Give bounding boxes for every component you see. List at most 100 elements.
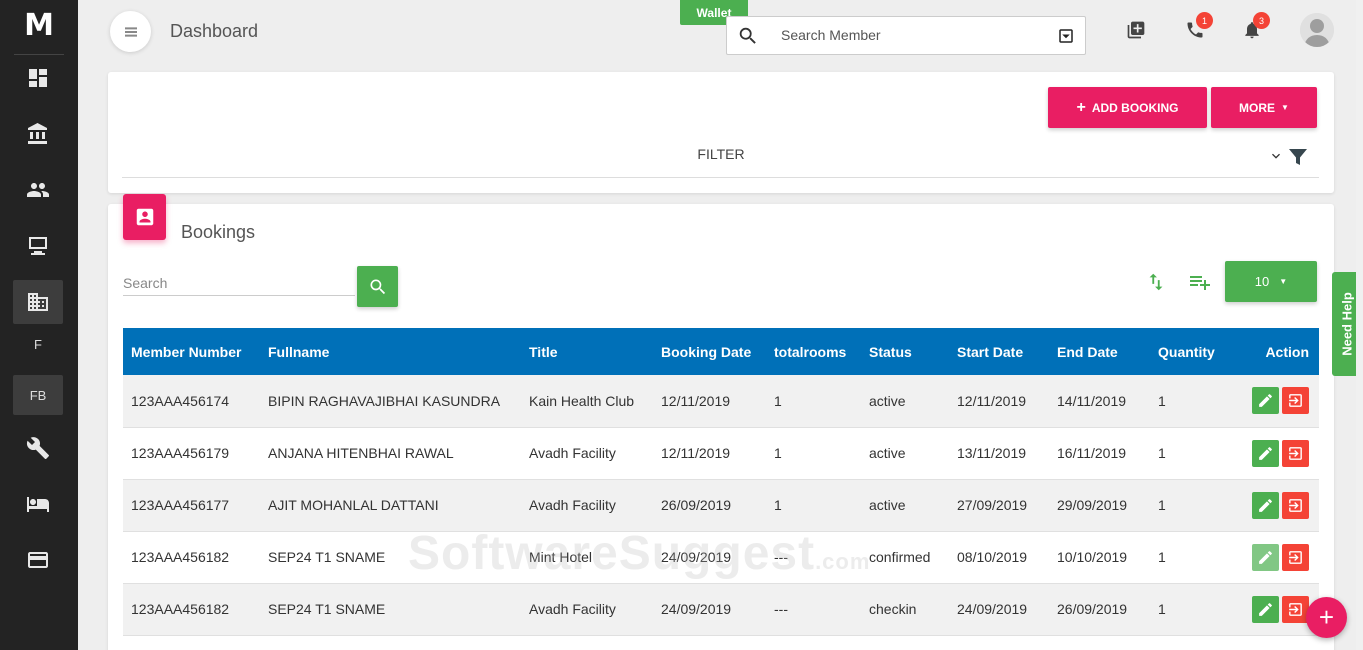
table-row: 123AAA456174 BIPIN RAGHAVAJIBHAI KASUNDRA… bbox=[123, 375, 1319, 427]
list-icon bbox=[124, 26, 137, 37]
table-cell: ANJANA HITENBHAI RAWAL bbox=[268, 445, 454, 461]
table-cell: 1 bbox=[1158, 497, 1166, 513]
bookings-search-button[interactable] bbox=[357, 266, 398, 307]
floating-add-button[interactable]: + bbox=[1306, 597, 1347, 638]
exit-icon bbox=[1289, 498, 1302, 512]
column-header[interactable]: Fullname bbox=[260, 328, 521, 375]
page-title: Dashboard bbox=[170, 21, 259, 41]
column-header[interactable]: Status bbox=[861, 328, 949, 375]
user-avatar[interactable] bbox=[1300, 13, 1334, 47]
action-cell bbox=[1230, 583, 1319, 635]
checkout-button[interactable] bbox=[1282, 595, 1309, 623]
add-booking-button[interactable]: + ADD BOOKING bbox=[1048, 87, 1207, 128]
page-size-select[interactable]: 10 ▼ bbox=[1225, 261, 1317, 302]
filter-icon[interactable] bbox=[1286, 145, 1310, 169]
table-cell: 1 bbox=[774, 392, 782, 409]
edit-button[interactable] bbox=[1252, 543, 1279, 571]
sidebar-item-bank[interactable] bbox=[13, 112, 63, 156]
page-size-value: 10 bbox=[1254, 274, 1270, 289]
table-cell: Avadh Facility bbox=[529, 445, 616, 461]
sidebar-item-payments[interactable] bbox=[13, 538, 63, 582]
table-cell: 1 bbox=[774, 497, 782, 513]
more-button[interactable]: MORE ▼ bbox=[1211, 87, 1317, 128]
bookings-title: Bookings bbox=[181, 222, 256, 242]
column-header[interactable]: Start Date bbox=[949, 328, 1049, 375]
edit-button[interactable] bbox=[1252, 491, 1279, 519]
column-header[interactable]: End Date bbox=[1049, 328, 1150, 375]
table-cell: active bbox=[869, 445, 906, 461]
table-cell: 123AAA456177 bbox=[131, 497, 230, 513]
action-cell bbox=[1230, 427, 1319, 479]
sidebar: M F FB bbox=[0, 0, 78, 650]
exit-icon bbox=[1289, 550, 1302, 564]
edit-button[interactable] bbox=[1252, 595, 1279, 623]
sidebar-item-tools[interactable] bbox=[13, 426, 63, 470]
table-cell: 24/09/2019 bbox=[957, 601, 1028, 617]
sidebar-item-facilities[interactable] bbox=[13, 280, 63, 324]
table-cell: 12/11/2019 bbox=[661, 445, 731, 461]
edit-button[interactable] bbox=[1252, 439, 1279, 467]
add-booking-label: ADD BOOKING bbox=[1091, 100, 1179, 115]
checkout-button[interactable] bbox=[1282, 387, 1309, 415]
sidebar-item-label: F bbox=[34, 336, 42, 352]
column-header[interactable]: totalrooms bbox=[766, 328, 861, 375]
column-header[interactable]: Member Number bbox=[123, 328, 260, 375]
wrench-icon bbox=[26, 437, 49, 459]
table-cell: 1 bbox=[1158, 601, 1166, 617]
table-cell: 08/10/2019 bbox=[957, 549, 1028, 565]
search-member-input[interactable] bbox=[781, 27, 1041, 43]
logo-divider bbox=[14, 54, 64, 55]
column-header[interactable]: Booking Date bbox=[653, 328, 766, 375]
add-library-button[interactable] bbox=[1126, 20, 1148, 42]
table-cell: 12/11/2019 bbox=[957, 392, 1027, 409]
notifications-button[interactable]: 3 bbox=[1242, 12, 1270, 42]
exit-icon bbox=[1289, 394, 1302, 408]
playlist-add-icon[interactable] bbox=[1187, 270, 1213, 294]
scrollbar[interactable] bbox=[1356, 0, 1363, 650]
bookings-table: Member Number Fullname Title Booking Dat… bbox=[123, 328, 1319, 636]
table-cell: 27/09/2019 bbox=[957, 497, 1028, 513]
users-icon bbox=[27, 183, 49, 197]
table-cell: AJIT MOHANLAL DATTANI bbox=[268, 497, 439, 513]
edit-button[interactable] bbox=[1252, 387, 1279, 415]
table-cell: 16/11/2019 bbox=[1057, 445, 1127, 461]
sort-icon[interactable] bbox=[1145, 271, 1167, 293]
sidebar-item-fb[interactable]: FB bbox=[13, 375, 63, 415]
table-cell: SEP24 T1 SNAME bbox=[268, 549, 386, 565]
table-row: 123AAA456177 AJIT MOHANLAL DATTANI Avadh F… bbox=[123, 479, 1319, 531]
sidebar-item-display[interactable] bbox=[13, 224, 63, 268]
menu-toggle-button[interactable] bbox=[110, 11, 151, 52]
sidebar-item-rooms[interactable] bbox=[13, 482, 63, 526]
caret-down-icon: ▼ bbox=[1281, 103, 1289, 112]
sidebar-item-dashboard[interactable] bbox=[13, 56, 63, 100]
column-header[interactable]: Title bbox=[521, 328, 653, 375]
checkout-button[interactable] bbox=[1282, 491, 1309, 519]
action-cell bbox=[1230, 375, 1319, 427]
exit-icon bbox=[1289, 602, 1302, 616]
calls-button[interactable]: 1 bbox=[1185, 12, 1213, 42]
search-icon bbox=[370, 279, 385, 294]
dropdown-icon[interactable] bbox=[1057, 27, 1075, 45]
notifications-count-badge: 3 bbox=[1253, 12, 1270, 29]
table-cell: 123AAA456182 bbox=[131, 549, 230, 565]
pencil-icon bbox=[1259, 550, 1272, 564]
table-cell: --- bbox=[774, 601, 788, 617]
filter-toggle-label[interactable]: FILTER bbox=[108, 146, 1334, 162]
table-cell: 1 bbox=[1158, 445, 1166, 461]
bookings-search-input[interactable] bbox=[123, 270, 355, 296]
table-cell: 13/11/2019 bbox=[957, 445, 1027, 461]
table-header-row: Member Number Fullname Title Booking Dat… bbox=[123, 328, 1319, 375]
table-cell: 1 bbox=[1158, 392, 1166, 409]
bed-icon bbox=[27, 497, 49, 512]
checkout-button[interactable] bbox=[1282, 543, 1309, 571]
column-header[interactable]: Quantity bbox=[1150, 328, 1230, 375]
table-cell: Avadh Facility bbox=[529, 601, 616, 617]
table-cell: 29/09/2019 bbox=[1057, 497, 1128, 513]
sidebar-item-f[interactable]: F bbox=[13, 322, 63, 366]
table-cell: Mint Hotel bbox=[529, 549, 593, 565]
plus-icon: + bbox=[1076, 98, 1086, 116]
table-cell: confirmed bbox=[869, 549, 931, 565]
checkout-button[interactable] bbox=[1282, 439, 1309, 467]
chevron-down-icon[interactable] bbox=[1268, 148, 1284, 164]
sidebar-item-members[interactable] bbox=[13, 168, 63, 212]
